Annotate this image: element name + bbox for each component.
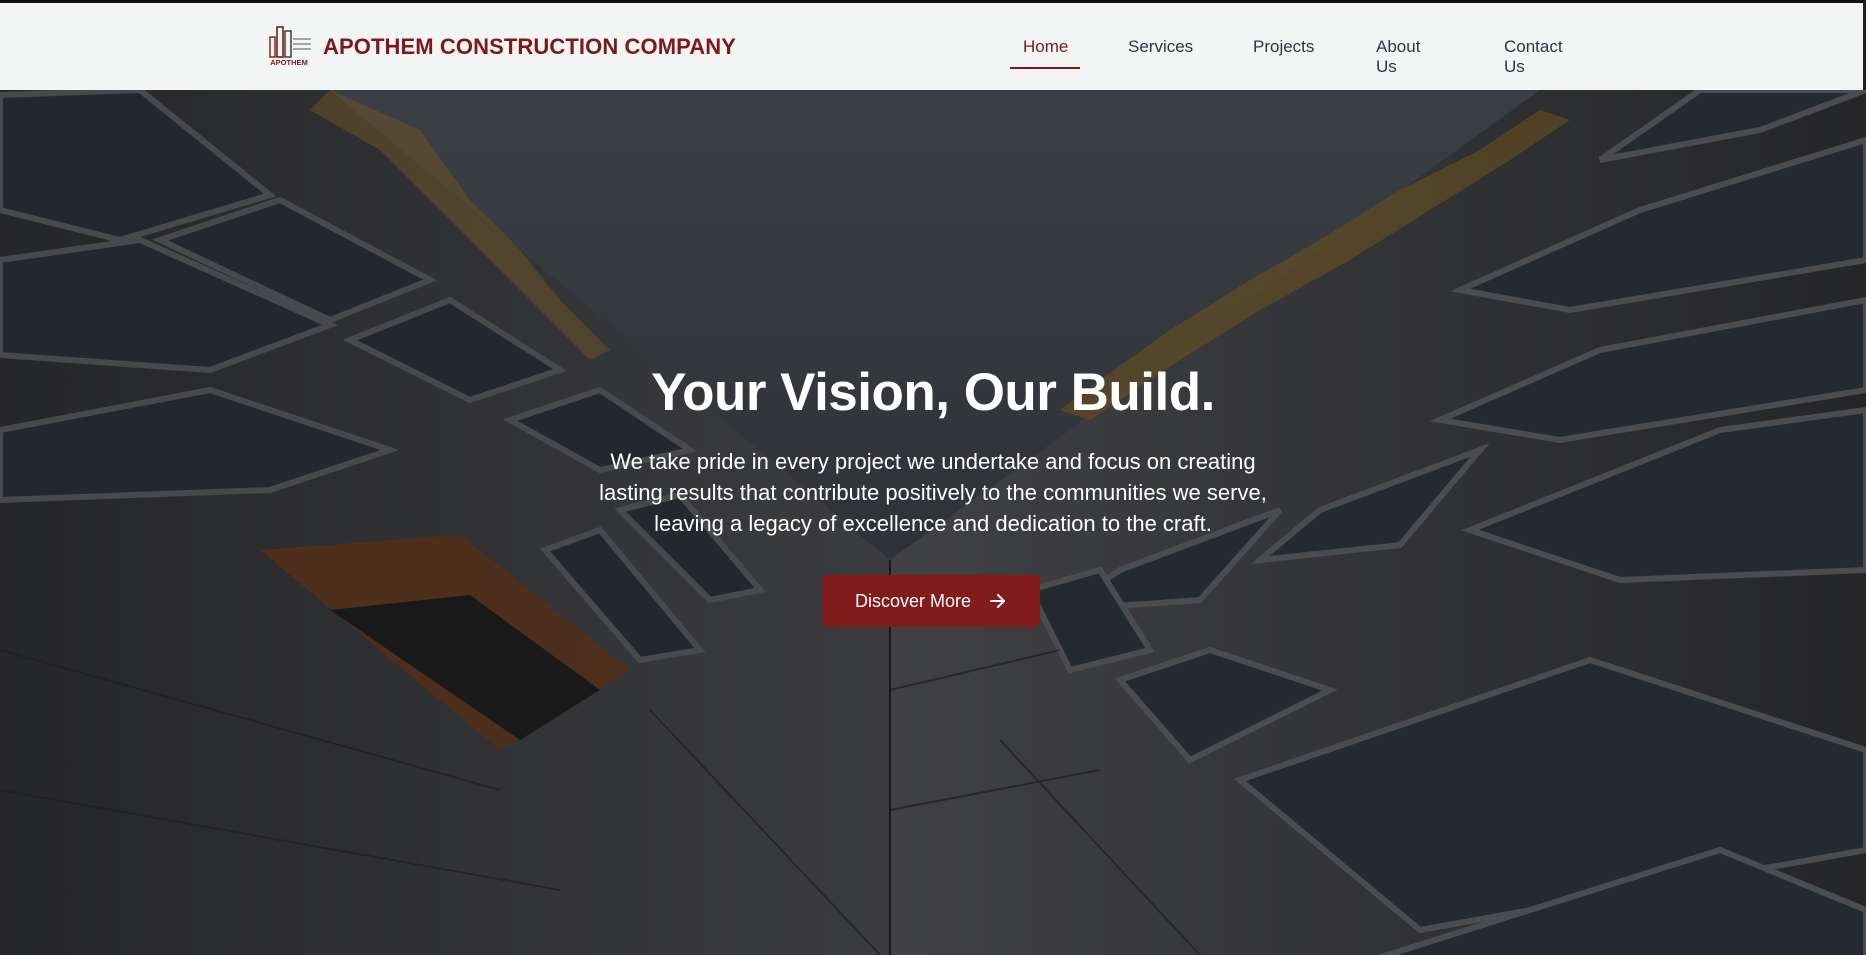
nav-home[interactable]: Home xyxy=(1010,37,1080,69)
hero-title: Your Vision, Our Build. xyxy=(651,363,1215,422)
nav-projects[interactable]: Projects xyxy=(1253,37,1314,57)
nav-about-us-label: About Us xyxy=(1376,37,1421,76)
hero-content: Your Vision, Our Build. We take pride in… xyxy=(0,90,1866,955)
brand[interactable]: APOTHEM APOTHEM CONSTRUCTION COMPANY xyxy=(263,25,736,69)
discover-more-button[interactable]: Discover More xyxy=(822,575,1040,627)
nav-home-label: Home xyxy=(1023,37,1069,56)
site-header: APOTHEM APOTHEM CONSTRUCTION COMPANY Hom… xyxy=(0,0,1866,90)
hero-description-line-2: lasting results that contribute positive… xyxy=(599,480,1267,505)
nav-services[interactable]: Services xyxy=(1128,37,1193,57)
nav-contact-us-label: Contact Us xyxy=(1504,37,1563,76)
hero-description-line-1: We take pride in every project we undert… xyxy=(610,449,1256,474)
arrow-right-icon xyxy=(990,594,1006,608)
nav-contact-us[interactable]: Contact Us xyxy=(1504,37,1563,77)
hero-description: We take pride in every project we undert… xyxy=(533,446,1333,539)
logo-text: APOTHEM xyxy=(270,58,308,67)
hero-section: Your Vision, Our Build. We take pride in… xyxy=(0,90,1866,955)
brand-name: APOTHEM CONSTRUCTION COMPANY xyxy=(323,34,737,59)
hero-description-line-3: leaving a legacy of excellence and dedic… xyxy=(654,511,1212,536)
nav-projects-label: Projects xyxy=(1253,37,1315,56)
active-nav-indicator xyxy=(1010,67,1080,69)
nav-about-us[interactable]: About Us xyxy=(1376,37,1420,77)
discover-more-label: Discover More xyxy=(854,590,972,611)
building-logo-icon: APOTHEM xyxy=(269,26,311,67)
nav-services-label: Services xyxy=(1128,37,1194,56)
